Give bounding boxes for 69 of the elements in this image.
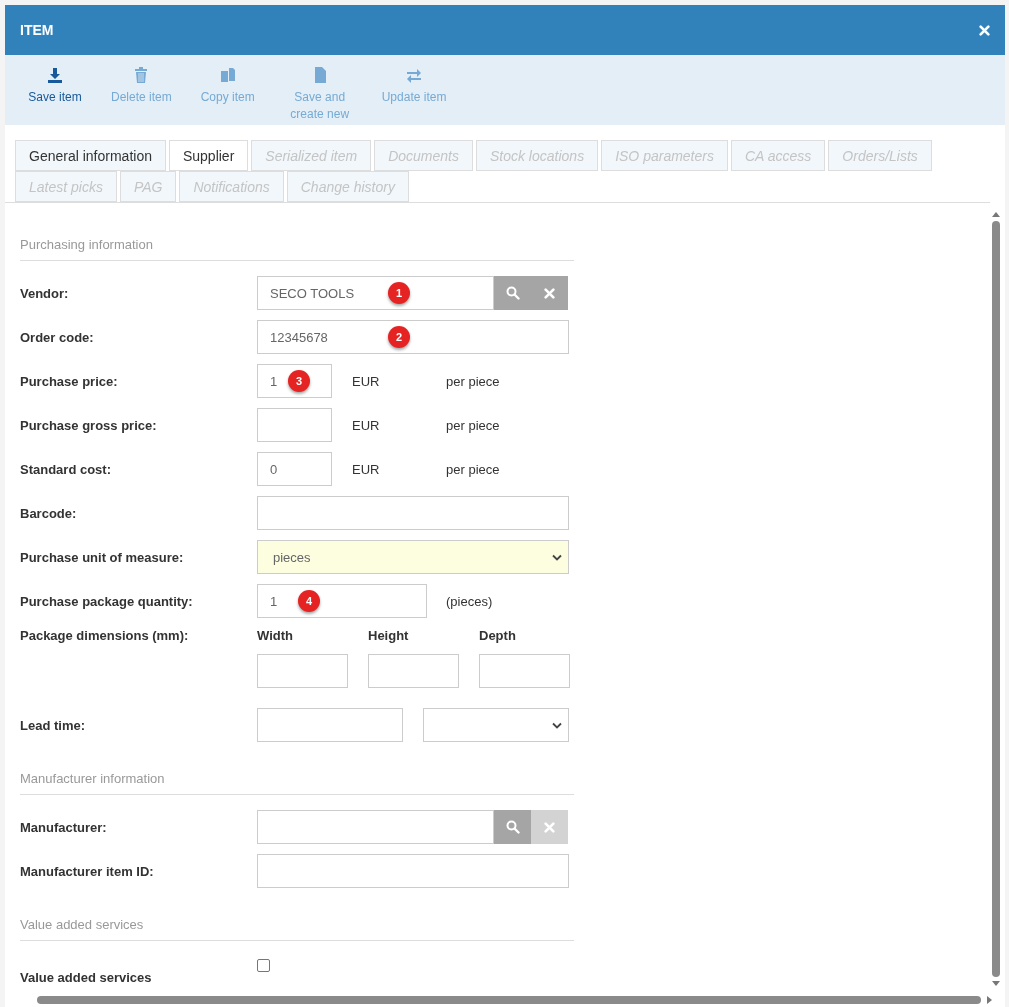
field-label: Lead time: bbox=[20, 717, 86, 733]
input-field[interactable]: 1 3 bbox=[257, 364, 332, 398]
annotation-badge: 4 bbox=[298, 590, 320, 612]
annotation-badge: 2 bbox=[388, 326, 410, 348]
checkbox[interactable] bbox=[257, 959, 270, 972]
download-icon bbox=[47, 67, 63, 83]
input-field[interactable] bbox=[257, 496, 569, 530]
scrollbar-thumb[interactable] bbox=[37, 996, 981, 1004]
tab[interactable]: Supplier bbox=[168, 140, 249, 171]
field-label: Manufacturer item ID: bbox=[20, 863, 155, 879]
search-button[interactable] bbox=[494, 276, 531, 310]
field-label: Purchase package quantity: bbox=[20, 593, 194, 609]
section-heading: Purchasing information bbox=[20, 218, 574, 261]
field-label: Vendor: bbox=[20, 285, 70, 301]
dropdown[interactable] bbox=[423, 708, 569, 742]
scroll-down-icon[interactable] bbox=[992, 981, 1000, 987]
column-label: Width bbox=[257, 628, 294, 643]
unit-label: per piece bbox=[446, 373, 500, 389]
input-field[interactable]: 1 4 bbox=[257, 584, 427, 618]
copy-icon bbox=[219, 67, 236, 83]
search-icon bbox=[505, 286, 520, 300]
tab[interactable]: General information bbox=[15, 140, 166, 171]
input-field[interactable] bbox=[257, 854, 569, 888]
input-field[interactable]: 12345678 2 bbox=[257, 320, 569, 354]
annotation-badge: 1 bbox=[388, 282, 410, 304]
swap-arrows-icon bbox=[406, 67, 423, 83]
input-field[interactable] bbox=[479, 654, 570, 688]
chevron-down-icon bbox=[552, 554, 562, 561]
scroll-up-icon[interactable] bbox=[992, 211, 1000, 217]
input-field[interactable]: 0 bbox=[257, 452, 332, 486]
clear-button[interactable] bbox=[531, 276, 568, 310]
input-field[interactable] bbox=[257, 654, 348, 688]
column-label: Height bbox=[368, 628, 410, 643]
section-heading: Manufacturer information bbox=[20, 752, 574, 795]
input-field[interactable]: SECO TOOLS 1 bbox=[257, 276, 494, 310]
field-label: Standard cost: bbox=[20, 461, 112, 477]
field-label: Manufacturer: bbox=[20, 819, 108, 835]
currency-label: EUR bbox=[352, 417, 381, 433]
window-title: ITEM bbox=[20, 22, 54, 38]
input-field[interactable] bbox=[257, 708, 403, 742]
column-label: Depth bbox=[479, 628, 517, 643]
section-heading: Value added services bbox=[20, 898, 574, 941]
input-field[interactable] bbox=[257, 408, 332, 442]
chevron-down-icon bbox=[552, 722, 562, 729]
trash-icon bbox=[133, 67, 150, 83]
field-label: Purchase gross price: bbox=[20, 417, 158, 433]
input-field[interactable] bbox=[257, 810, 494, 844]
toolbar-button[interactable]: Save item bbox=[15, 67, 95, 106]
field-label: Purchase price: bbox=[20, 373, 119, 389]
close-icon[interactable] bbox=[979, 24, 990, 36]
field-label: Value added services bbox=[20, 969, 153, 985]
unit-label: per piece bbox=[446, 417, 500, 433]
currency-label: EUR bbox=[352, 461, 381, 477]
search-button[interactable] bbox=[494, 810, 531, 844]
field-label: Purchase unit of measure: bbox=[20, 549, 185, 565]
currency-label: EUR bbox=[352, 373, 381, 389]
input-field[interactable] bbox=[368, 654, 459, 688]
field-label: Order code: bbox=[20, 329, 95, 345]
dropdown[interactable]: pieces bbox=[257, 540, 569, 574]
scroll-right-icon[interactable] bbox=[987, 996, 993, 1004]
close-icon bbox=[544, 821, 555, 833]
unit-label: (pieces) bbox=[446, 593, 493, 609]
scrollbar-thumb[interactable] bbox=[992, 221, 1000, 977]
unit-label: per piece bbox=[446, 461, 500, 477]
field-label: Barcode: bbox=[20, 505, 78, 521]
close-icon bbox=[544, 287, 555, 299]
field-label: Package dimensions (mm): bbox=[20, 628, 190, 643]
annotation-badge: 3 bbox=[288, 370, 310, 392]
search-icon bbox=[505, 820, 520, 834]
